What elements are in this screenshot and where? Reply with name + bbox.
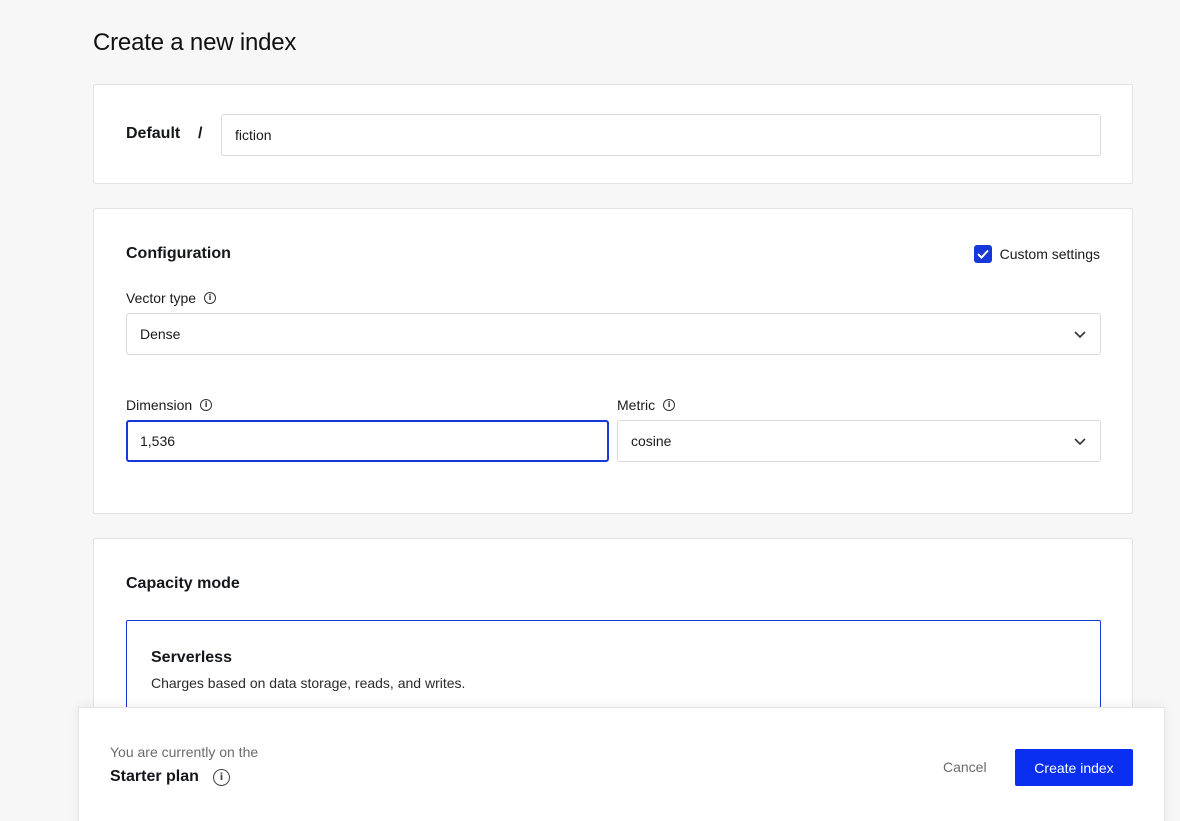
- info-icon[interactable]: i: [204, 292, 217, 304]
- index-name-value: fiction: [235, 127, 272, 143]
- dimension-input[interactable]: 1,536: [126, 420, 609, 462]
- plan-prefix: You are currently on the: [110, 744, 259, 760]
- metric-label-text: Metric: [617, 397, 656, 413]
- vector-type-label-text: Vector type: [126, 290, 197, 306]
- plan-name-row: Starter plan i: [110, 768, 230, 786]
- page-title: Create a new index: [93, 29, 297, 56]
- metric-label: Metric i: [617, 397, 676, 413]
- dimension-label: Dimension i: [126, 397, 213, 413]
- chevron-down-icon: [1074, 438, 1086, 446]
- info-icon[interactable]: i: [212, 768, 230, 786]
- path-separator: /: [198, 125, 203, 142]
- custom-settings-checkbox[interactable]: [973, 245, 992, 263]
- project-label: Default: [126, 125, 181, 142]
- custom-settings-label: Custom settings: [999, 246, 1100, 262]
- serverless-title: Serverless: [151, 649, 232, 666]
- create-index-button[interactable]: Create index: [1015, 749, 1133, 786]
- dimension-value: 1,536: [140, 433, 176, 449]
- configuration-title: Configuration: [126, 245, 231, 262]
- plan-name: Starter plan: [110, 768, 199, 785]
- footer-bar: You are currently on the Starter plan i …: [78, 707, 1165, 821]
- info-icon[interactable]: i: [200, 399, 213, 411]
- serverless-description: Charges based on data storage, reads, an…: [151, 675, 466, 691]
- vector-type-select[interactable]: Dense: [126, 313, 1101, 355]
- chevron-down-icon: [1074, 331, 1086, 339]
- cancel-button[interactable]: Cancel: [943, 759, 987, 775]
- configuration-card: Configuration Custom settings Vector typ…: [93, 208, 1133, 514]
- create-index-page: Create a new index Default / fiction Con…: [0, 0, 1180, 821]
- vector-type-value: Dense: [140, 326, 181, 342]
- vector-type-label: Vector type i: [126, 290, 217, 306]
- dimension-label-text: Dimension: [126, 397, 193, 413]
- custom-settings-toggle[interactable]: Custom settings: [973, 245, 1100, 263]
- index-name-input[interactable]: fiction: [221, 114, 1101, 156]
- capacity-title: Capacity mode: [126, 575, 240, 592]
- metric-select[interactable]: cosine: [617, 420, 1101, 462]
- check-icon: [976, 249, 989, 259]
- metric-value: cosine: [631, 433, 672, 449]
- info-icon[interactable]: i: [663, 399, 676, 411]
- index-name-card: Default / fiction: [93, 84, 1133, 184]
